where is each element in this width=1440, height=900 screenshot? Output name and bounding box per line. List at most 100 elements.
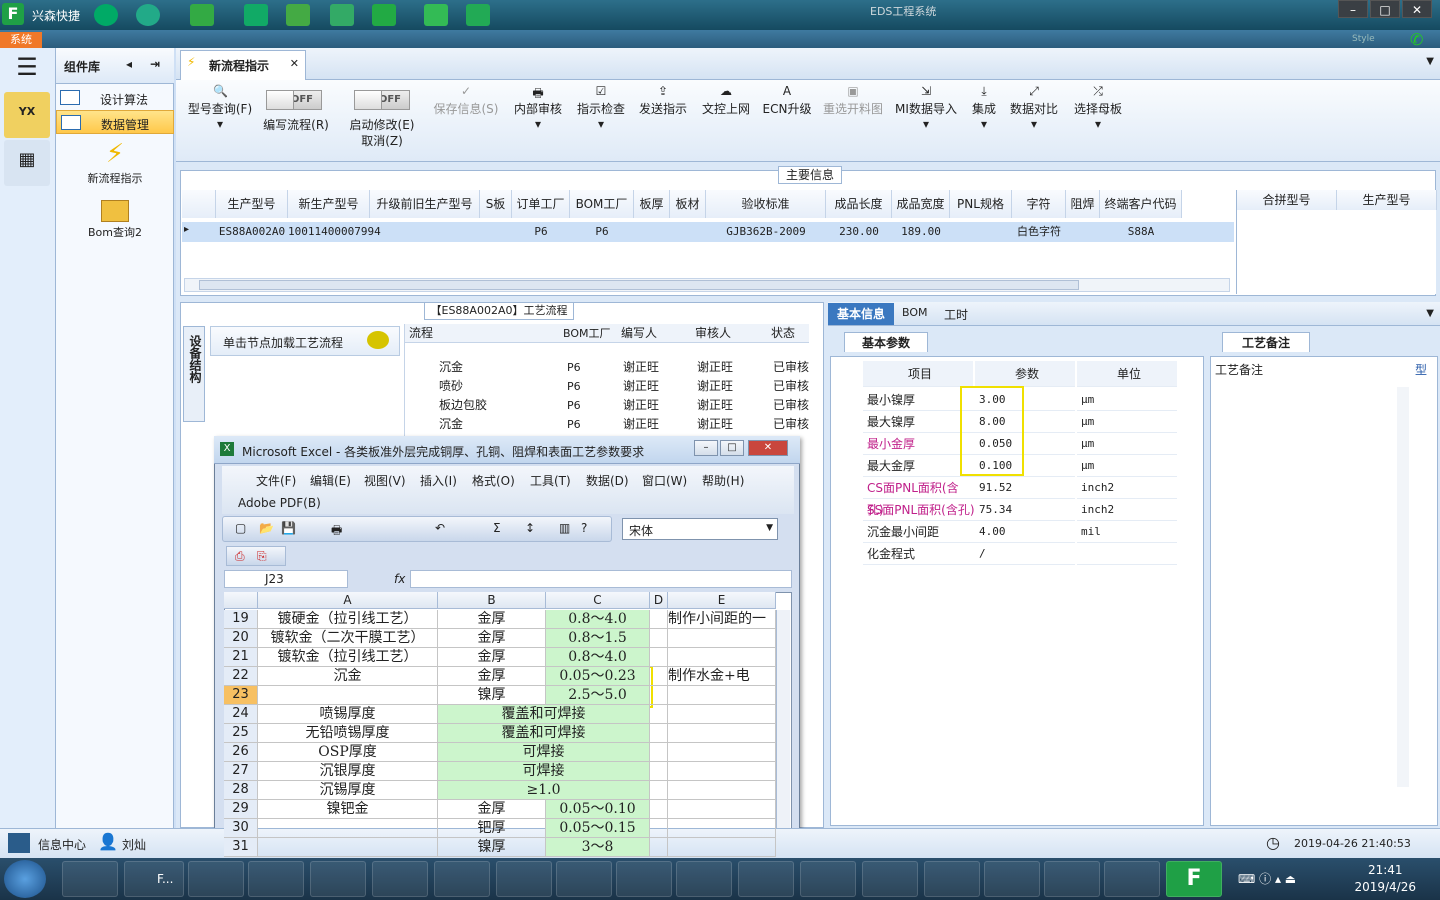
taskbar-app-excel-4[interactable] [676, 861, 732, 897]
copy-icon[interactable] [330, 4, 354, 26]
excel-cell-a[interactable]: 沉金 [258, 667, 438, 686]
excel-row-header[interactable]: 20 [224, 629, 258, 648]
excel-cell-a[interactable] [258, 686, 438, 705]
excel-cell-a[interactable]: 无铅喷锡厚度 [258, 724, 438, 743]
excel-cell-b[interactable]: 金厚 [438, 648, 546, 667]
sort-icon[interactable]: ↕ [525, 521, 535, 535]
dropdown-icon[interactable]: ▼ [1426, 308, 1434, 319]
data-compare-button[interactable]: ⤢ 数据对比 ▾ [1006, 84, 1062, 131]
open-folder-icon[interactable]: 📂 [259, 521, 274, 535]
tab-new-flow[interactable]: ⚡ 新流程指示 ✕ [180, 50, 306, 80]
excel-cell-b[interactable]: 可焊接 [438, 743, 650, 762]
excel-row-header[interactable]: 22 [224, 667, 258, 686]
tray-icons[interactable]: ⌨ ⓘ ▴ ⏏ [1238, 870, 1296, 887]
taskbar-app-network[interactable] [800, 861, 856, 897]
excel-cell-d[interactable] [650, 762, 668, 781]
taskbar-app-scanner[interactable] [248, 861, 304, 897]
grid-icon[interactable] [190, 4, 214, 26]
excel-cell-a[interactable] [258, 838, 438, 857]
excel-cell-a[interactable]: 镀软金（拉引线工艺） [258, 648, 438, 667]
taskbar-app-excel-6[interactable] [924, 861, 980, 897]
excel-row-header[interactable]: 23 [224, 686, 258, 705]
flow-row-name[interactable]: 喷砂 [435, 377, 559, 396]
excel-cell-e[interactable] [668, 819, 776, 838]
excel-cell-b[interactable]: 镍厚 [438, 686, 546, 705]
menu-item-0[interactable]: 文件(F) [256, 472, 296, 489]
excel-cell-b[interactable]: 金厚 [438, 800, 546, 819]
chart-icon[interactable] [466, 4, 490, 26]
start-button[interactable] [4, 860, 46, 898]
menu-adobe-pdf[interactable]: Adobe PDF(B) [238, 496, 321, 510]
excel-cell-a[interactable]: 沉锡厚度 [258, 781, 438, 800]
excel-cell-d[interactable] [650, 686, 668, 705]
excel-col-B[interactable]: B [438, 592, 546, 609]
start-edit-toggle[interactable]: OFF [354, 90, 410, 110]
excel-cell-c[interactable]: 3～8 [546, 838, 650, 857]
excel-cell-b[interactable]: 金厚 [438, 610, 546, 629]
search-icon[interactable] [94, 4, 118, 26]
close-icon[interactable]: ✕ [290, 57, 299, 70]
sheet-scrollbar[interactable] [776, 610, 790, 856]
excel-cell-b[interactable]: 覆盖和可焊接 [438, 724, 650, 743]
maximize-button[interactable]: □ [1370, 0, 1400, 18]
param-row-value[interactable]: 3.00 [975, 389, 1075, 411]
excel-cell-e[interactable] [668, 629, 776, 648]
help-icon[interactable]: ? [581, 521, 587, 535]
flow-row-name[interactable]: 沉金 [435, 415, 559, 434]
tab-dropdown-icon[interactable]: ▼ [1426, 56, 1434, 67]
name-box[interactable]: J23 [224, 570, 348, 588]
taskbar-app-f[interactable]: F... [124, 861, 184, 897]
ecn-upgrade-button[interactable]: A ECN升级 [760, 84, 814, 117]
excel-row-header[interactable]: 28 [224, 781, 258, 800]
excel-cell-c[interactable]: 0.8～4.0 [546, 648, 650, 667]
tab-basic-info[interactable]: 基本信息 [828, 303, 894, 325]
excel-close-button[interactable]: ✕ [748, 440, 788, 456]
excel-cell-b[interactable]: 金厚 [438, 667, 546, 686]
excel-cell-d[interactable] [650, 819, 668, 838]
taskbar-app-word[interactable] [862, 861, 918, 897]
phone-icon[interactable]: ✆ [1410, 30, 1423, 49]
taskbar-app-excel-7[interactable] [984, 861, 1040, 897]
excel-cell-d[interactable] [650, 724, 668, 743]
scrollbar-thumb[interactable] [199, 280, 1079, 290]
comp-item-data[interactable]: 数据管理 [56, 110, 174, 134]
excel-cell-a[interactable] [258, 819, 438, 838]
bom-query-item[interactable]: Bom查询2 [56, 196, 174, 252]
excel-row-header[interactable]: 30 [224, 819, 258, 838]
excel-cell-a[interactable]: OSP厚度 [258, 743, 438, 762]
excel-row-header[interactable]: 24 [224, 705, 258, 724]
taskbar-app-ie[interactable] [372, 861, 428, 897]
save-icon[interactable]: 💾 [281, 521, 296, 535]
excel-minimize-button[interactable]: – [694, 440, 718, 456]
lifebuoy-icon[interactable] [136, 4, 160, 26]
excel-cell-b[interactable]: 覆盖和可焊接 [438, 705, 650, 724]
param-row-value[interactable]: 8.00 [975, 411, 1075, 433]
flow-row-name[interactable]: 沉金 [435, 358, 559, 377]
excel-cell-a[interactable]: 沉银厚度 [258, 762, 438, 781]
chart-icon[interactable]: ▥ [559, 521, 570, 535]
excel-cell-d[interactable] [650, 743, 668, 762]
excel-cell-b[interactable]: 可焊接 [438, 762, 650, 781]
param-row-value[interactable]: 91.52 [975, 477, 1075, 499]
yx-icon[interactable]: YX [4, 92, 50, 138]
taskbar-app-excel-5[interactable] [738, 861, 794, 897]
flow-row-name[interactable]: 板边包胶 [435, 396, 559, 415]
excel-cell-c[interactable]: 2.5～5.0 [546, 686, 650, 705]
excel-row-header[interactable]: 19 [224, 610, 258, 629]
tab-bom[interactable]: BOM [902, 306, 928, 319]
internal-review-button[interactable]: 🖶 内部审核 ▾ [510, 84, 566, 131]
taskbar-app-excel-1[interactable] [496, 861, 552, 897]
excel-cell-c[interactable]: 0.8～4.0 [546, 610, 650, 629]
scissors-icon[interactable] [244, 4, 268, 26]
excel-cell-e[interactable] [668, 648, 776, 667]
menu-item-8[interactable]: 帮助(H) [702, 472, 744, 489]
excel-cell-e[interactable] [668, 743, 776, 762]
excel-cell-a[interactable]: 镀硬金（拉引线工艺） [258, 610, 438, 629]
comp-item-design[interactable]: 设计算法 [56, 86, 174, 110]
excel-cell-e[interactable] [668, 800, 776, 819]
send-instruction-button[interactable]: ⇪ 发送指示 [636, 84, 690, 117]
pdf-icon[interactable]: ⎙ [235, 549, 245, 564]
system-tab[interactable]: 系统 [0, 32, 42, 48]
excel-cell-a[interactable]: 镍钯金 [258, 800, 438, 819]
excel-cell-c[interactable]: 0.05～0.23 [546, 667, 650, 686]
